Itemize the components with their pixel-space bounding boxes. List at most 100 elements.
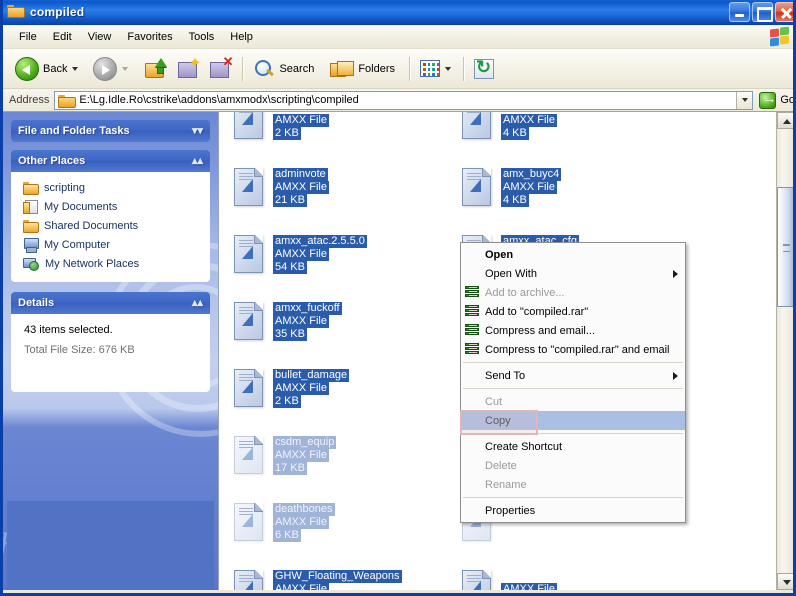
move-to-button[interactable]: [173, 53, 205, 85]
ctx-label: Open: [485, 248, 514, 261]
scroll-up-button[interactable]: [777, 112, 793, 129]
ctx-label: Compress to "compiled.rar" and email: [485, 343, 670, 356]
explorer-window: compiled File Edit View Favorites Tools …: [0, 0, 796, 596]
ctx-delete[interactable]: Delete: [461, 456, 685, 475]
scrollbar-thumb[interactable]: [777, 187, 793, 307]
file-text: AMXX File 2 KB: [273, 112, 329, 140]
place-shared-documents[interactable]: Shared Documents: [16, 216, 205, 235]
chevron-up-icon[interactable]: ▴▴: [192, 298, 203, 309]
winrar-icon: [465, 305, 480, 318]
forward-dropdown-icon[interactable]: [122, 66, 129, 71]
ctx-add-to-archive[interactable]: Add to archive...: [461, 283, 685, 302]
file-text: csdm_equip AMXX File 17 KB: [273, 435, 337, 475]
menu-view[interactable]: View: [80, 28, 120, 46]
title-bar[interactable]: compiled: [3, 0, 793, 25]
address-input[interactable]: E:\Lg.Idle.Ro\cstrike\addons\amxmodx\scr…: [54, 90, 754, 110]
panel-header-file-and-folder-tasks[interactable]: File and Folder Tasks ▾▾: [11, 120, 210, 142]
ctx-add-to-compiled-rar[interactable]: Add to "compiled.rar": [461, 302, 685, 321]
ctx-compress-and-email[interactable]: Compress and email...: [461, 321, 685, 340]
views-button[interactable]: [416, 53, 458, 85]
refresh-button[interactable]: [470, 53, 498, 85]
menu-help[interactable]: Help: [222, 28, 261, 46]
folders-icon: [330, 59, 355, 79]
ctx-copy[interactable]: Copy: [460, 410, 685, 435]
place-label: My Computer: [44, 238, 111, 251]
views-dropdown-icon[interactable]: [445, 66, 452, 71]
panel-body-details: 43 items selected. Total File Size: 676 …: [11, 314, 210, 392]
ctx-rename[interactable]: Rename: [461, 475, 685, 494]
search-button[interactable]: Search: [249, 53, 318, 85]
forward-button[interactable]: [89, 53, 135, 85]
file-item[interactable]: amx_buyc4 AMXX File 4 KB: [451, 161, 679, 228]
context-menu: Open Open With Add to archive... Add to …: [460, 242, 686, 523]
up-icon: [145, 58, 169, 79]
place-my-computer[interactable]: My Computer: [16, 235, 205, 254]
ctx-send-to[interactable]: Send To: [461, 366, 685, 385]
menu-bar: File Edit View Favorites Tools Help: [3, 25, 793, 49]
file-item[interactable]: deathbones AMXX File 6 KB: [223, 496, 451, 563]
ctx-properties[interactable]: Properties: [461, 501, 685, 520]
file-name: deathbones: [273, 503, 335, 516]
ctx-label: Rename: [485, 478, 527, 491]
forward-icon: [93, 56, 118, 81]
file-item[interactable]: amxx_atac.2.5.5.0 AMXX File 54 KB: [223, 228, 451, 295]
folders-label: Folders: [358, 62, 396, 75]
delete-button[interactable]: [205, 53, 237, 85]
file-type: AMXX File: [273, 583, 329, 590]
file-text: amx_buyc4 AMXX File 4 KB: [501, 167, 562, 207]
file-size: 54 KB: [273, 261, 307, 274]
close-button[interactable]: [775, 2, 793, 22]
up-button[interactable]: [141, 53, 173, 85]
ctx-open-with[interactable]: Open With: [461, 264, 685, 283]
place-my-documents[interactable]: My Documents: [16, 197, 205, 216]
file-type: AMXX File: [273, 382, 329, 395]
file-item[interactable]: bullet_damage AMXX File 2 KB: [223, 362, 451, 429]
file-type: AMXX File: [501, 583, 557, 590]
address-dropdown-icon[interactable]: [736, 91, 753, 109]
winrar-icon: [465, 286, 480, 299]
ctx-label: Delete: [485, 459, 517, 472]
ctx-compress-to-compiled-rar-and-email[interactable]: Compress to "compiled.rar" and email: [461, 340, 685, 359]
file-item[interactable]: AMXX File 2 KB: [223, 112, 451, 161]
file-item[interactable]: AMXX File 12 KB: [451, 563, 679, 590]
file-item[interactable]: amxx_fuckoff AMXX File 35 KB: [223, 295, 451, 362]
place-my-network-places[interactable]: My Network Places: [16, 254, 205, 273]
file-item[interactable]: AMXX File 4 KB: [451, 112, 679, 161]
vertical-scrollbar[interactable]: [776, 112, 793, 590]
winrar-icon: [465, 343, 480, 356]
place-scripting[interactable]: scripting: [16, 178, 205, 197]
ctx-open[interactable]: Open: [461, 245, 685, 264]
scroll-down-button[interactable]: [777, 573, 793, 590]
file-size: 17 KB: [273, 462, 307, 475]
file-text: AMXX File 4 KB: [501, 112, 557, 140]
file-item[interactable]: csdm_equip AMXX File 17 KB: [223, 429, 451, 496]
minimize-button[interactable]: [729, 2, 750, 22]
back-button[interactable]: Back: [11, 53, 85, 85]
menu-edit[interactable]: Edit: [45, 28, 80, 46]
menu-favorites[interactable]: Favorites: [119, 28, 180, 46]
chevron-down-icon[interactable]: ▾▾: [192, 126, 203, 137]
my-computer-icon: [23, 238, 39, 253]
toolbar-separator: [242, 56, 245, 81]
chevron-right-icon: [673, 372, 678, 380]
back-dropdown-icon[interactable]: [72, 66, 79, 71]
folder-icon: [23, 219, 39, 233]
amxx-file-icon: [459, 112, 495, 144]
file-item[interactable]: GHW_Floating_Weapons AMXX File 4 KB: [223, 563, 451, 590]
menu-tools[interactable]: Tools: [181, 28, 223, 46]
file-size: 2 KB: [273, 127, 301, 140]
ctx-create-shortcut[interactable]: Create Shortcut: [461, 437, 685, 456]
panel-header-details[interactable]: Details ▴▴: [11, 292, 210, 314]
chevron-up-icon[interactable]: ▴▴: [192, 156, 203, 167]
file-text: bullet_damage AMXX File 2 KB: [273, 368, 350, 408]
go-button[interactable]: Go: [759, 90, 793, 109]
amxx-file-icon: [231, 112, 267, 144]
ctx-cut[interactable]: Cut: [461, 392, 685, 411]
panel-header-other-places[interactable]: Other Places ▴▴: [11, 150, 210, 172]
ctx-label: Open With: [485, 267, 537, 280]
scrollbar-track[interactable]: [777, 129, 793, 573]
folders-button[interactable]: Folders: [326, 53, 399, 85]
file-item[interactable]: adminvote AMXX File 21 KB: [223, 161, 451, 228]
maximize-button[interactable]: [752, 2, 773, 22]
menu-file[interactable]: File: [11, 28, 45, 46]
